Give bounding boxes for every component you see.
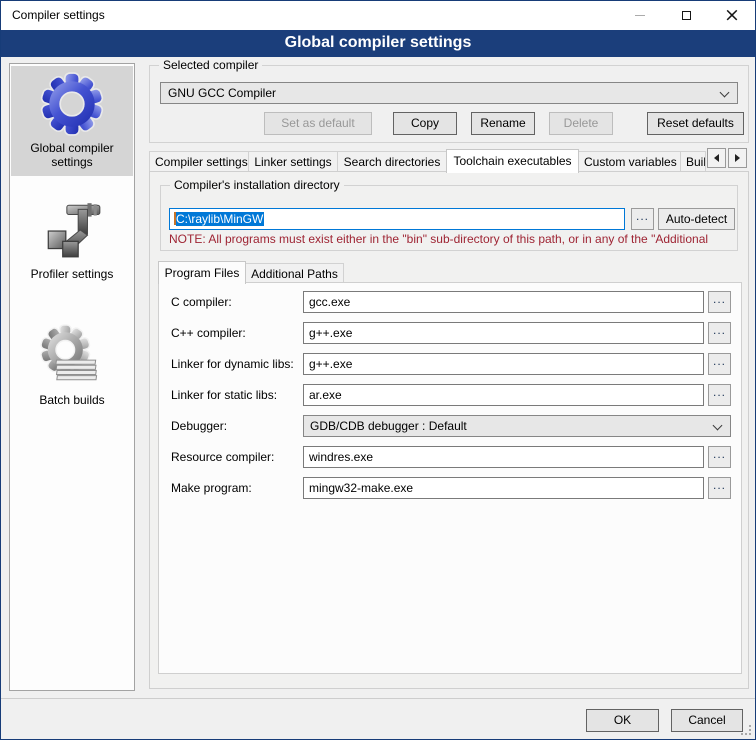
- tab-build-options-truncated[interactable]: Builc: [680, 151, 706, 172]
- sidebar-item-label: Batch builds: [39, 393, 104, 407]
- browse-linker-static-button[interactable]: ...: [708, 384, 731, 406]
- browse-directory-button[interactable]: ...: [631, 208, 654, 230]
- set-as-default-button[interactable]: Set as default: [264, 112, 372, 135]
- maximize-icon: [682, 11, 691, 20]
- reset-defaults-button[interactable]: Reset defaults: [647, 112, 744, 135]
- installation-directory-group: Compiler's installation directory C:\ray…: [160, 185, 738, 251]
- field-row-c-compiler: C compiler: ...: [171, 291, 731, 313]
- resource-compiler-input[interactable]: [303, 446, 704, 468]
- close-icon: ×: [724, 6, 740, 25]
- compiler-select[interactable]: GNU GCC Compiler: [160, 82, 738, 104]
- close-button[interactable]: ×: [709, 1, 755, 30]
- tab-search-directories[interactable]: Search directories: [337, 151, 447, 172]
- blue-gear-icon: [39, 71, 105, 137]
- field-row-debugger: Debugger: GDB/CDB debugger : Default: [171, 415, 731, 437]
- cancel-button[interactable]: Cancel: [671, 709, 743, 732]
- field-row-make-program: Make program: ...: [171, 477, 731, 499]
- copy-button[interactable]: Copy: [393, 112, 457, 135]
- ok-button[interactable]: OK: [586, 709, 659, 732]
- selected-compiler-group: Selected compiler GNU GCC Compiler Set a…: [149, 65, 749, 143]
- sidebar-item-label: Global compiler settings: [13, 141, 131, 169]
- sidebar-item-global-compiler-settings[interactable]: Global compiler settings: [11, 66, 133, 176]
- tab-custom-variables[interactable]: Custom variables: [578, 151, 681, 172]
- linker-dynamic-input[interactable]: [303, 353, 704, 375]
- field-label: Make program:: [171, 481, 303, 495]
- tab-scroll-right-button[interactable]: [728, 148, 747, 168]
- titlebar[interactable]: Compiler settings ×: [1, 1, 755, 30]
- debugger-select[interactable]: GDB/CDB debugger : Default: [303, 415, 731, 437]
- sidebar-item-profiler-settings[interactable]: Profiler settings: [11, 192, 133, 288]
- page-title: Global compiler settings: [1, 30, 755, 57]
- make-program-input[interactable]: [303, 477, 704, 499]
- resize-grip-icon[interactable]: [741, 725, 751, 735]
- settings-tab-strip: Compiler settings Linker settings Search…: [149, 148, 749, 172]
- field-label: Resource compiler:: [171, 450, 303, 464]
- settings-category-list: Global compiler settings: [9, 63, 135, 691]
- tab-toolchain-executables[interactable]: Toolchain executables: [446, 149, 579, 173]
- tab-additional-paths[interactable]: Additional Paths: [245, 263, 344, 283]
- browse-cpp-compiler-button[interactable]: ...: [708, 322, 731, 344]
- linker-static-input[interactable]: [303, 384, 704, 406]
- cpp-compiler-input[interactable]: [303, 322, 704, 344]
- footer-divider: [1, 698, 755, 699]
- arrow-right-icon: [735, 154, 744, 162]
- chevron-down-icon: [720, 88, 730, 98]
- field-row-resource-compiler: Resource compiler: ...: [171, 446, 731, 468]
- field-row-cpp-compiler: C++ compiler: ...: [171, 322, 731, 344]
- installation-directory-group-label: Compiler's installation directory: [170, 178, 344, 192]
- selected-compiler-group-label: Selected compiler: [159, 58, 262, 72]
- caliper-icon: [39, 197, 105, 263]
- field-label: C compiler:: [171, 295, 303, 309]
- arrow-left-icon: [710, 154, 719, 162]
- chevron-down-icon: [713, 421, 723, 431]
- auto-detect-button[interactable]: Auto-detect: [658, 208, 735, 230]
- program-files-tab-strip: Program Files Additional Paths: [158, 260, 343, 283]
- tab-linker-settings[interactable]: Linker settings: [248, 151, 338, 172]
- field-label: Linker for dynamic libs:: [171, 357, 303, 371]
- field-label: C++ compiler:: [171, 326, 303, 340]
- sidebar-item-batch-builds[interactable]: Batch builds: [11, 318, 133, 414]
- delete-button[interactable]: Delete: [549, 112, 613, 135]
- tab-scroll-left-button[interactable]: [707, 148, 726, 168]
- field-label: Linker for static libs:: [171, 388, 303, 402]
- minimize-button[interactable]: [617, 1, 663, 30]
- window-title: Compiler settings: [12, 8, 105, 22]
- toolchain-executables-panel: Compiler's installation directory C:\ray…: [149, 171, 749, 689]
- dialog-body: Global compiler settings: [1, 57, 755, 739]
- maximize-button[interactable]: [663, 1, 709, 30]
- field-row-linker-static: Linker for static libs: ...: [171, 384, 731, 406]
- compiler-settings-dialog: Compiler settings × Global compiler sett…: [0, 0, 756, 740]
- compiler-select-value: GNU GCC Compiler: [168, 86, 276, 100]
- field-row-linker-dynamic: Linker for dynamic libs: ...: [171, 353, 731, 375]
- tab-program-files[interactable]: Program Files: [158, 261, 246, 284]
- program-files-page: C compiler: ... C++ compiler: ... Linker…: [158, 282, 742, 674]
- note-text: NOTE: All programs must exist either in …: [169, 232, 736, 246]
- browse-linker-dynamic-button[interactable]: ...: [708, 353, 731, 375]
- installation-directory-input[interactable]: C:\raylib\MinGW: [169, 208, 625, 230]
- browse-make-program-button[interactable]: ...: [708, 477, 731, 499]
- rename-button[interactable]: Rename: [471, 112, 535, 135]
- sidebar-item-label: Profiler settings: [31, 267, 114, 281]
- selected-path-text: C:\raylib\MinGW: [176, 212, 264, 226]
- minimize-icon: [635, 15, 645, 16]
- debugger-select-value: GDB/CDB debugger : Default: [310, 419, 467, 433]
- c-compiler-input[interactable]: [303, 291, 704, 313]
- field-label: Debugger:: [171, 419, 303, 433]
- browse-resource-compiler-button[interactable]: ...: [708, 446, 731, 468]
- browse-c-compiler-button[interactable]: ...: [708, 291, 731, 313]
- tab-compiler-settings[interactable]: Compiler settings: [149, 151, 249, 172]
- batch-builds-icon: [39, 323, 105, 389]
